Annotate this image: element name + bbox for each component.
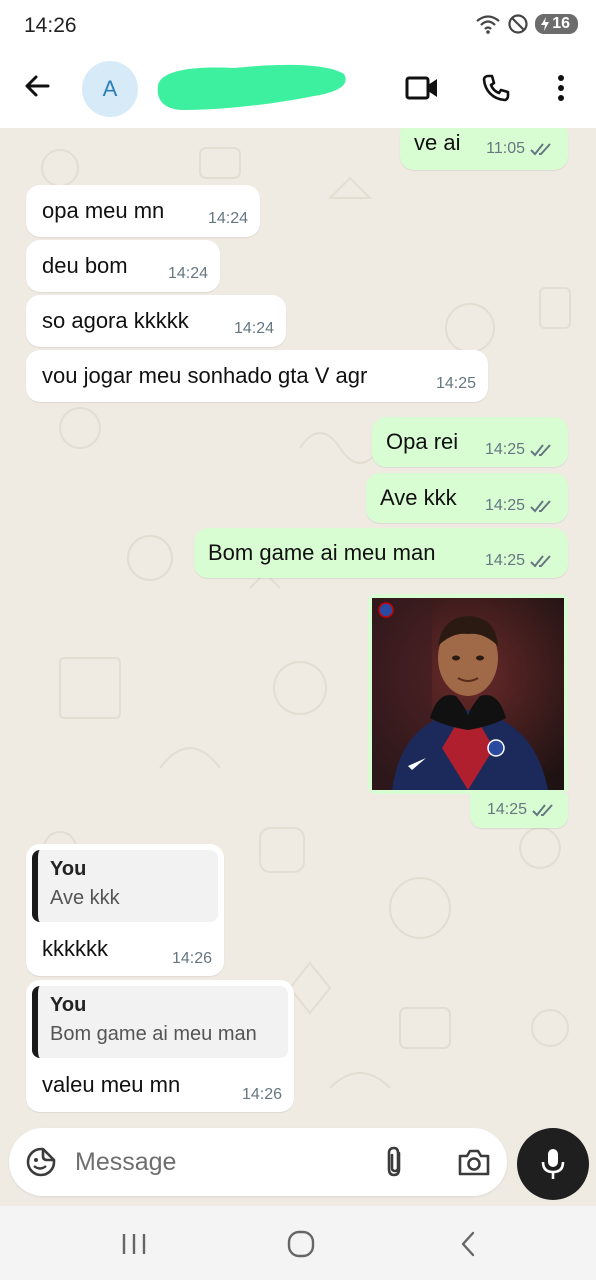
message-bubble[interactable]: Bom game ai meu man 14:25 <box>194 528 568 578</box>
message-time: 14:25 <box>435 375 476 392</box>
quoted-author: You <box>50 994 87 1016</box>
message-bubble[interactable]: Ave kkk 14:25 <box>366 473 568 523</box>
message-meta: 14:26 <box>172 950 212 968</box>
status-bar: 14:26 16 <box>0 0 596 52</box>
shared-photo[interactable] <box>372 598 564 790</box>
quoted-text: Bom game ai meu man <box>50 1023 257 1045</box>
quoted-text: Ave kkk <box>50 887 120 909</box>
message-bubble[interactable]: ve ai 11:05 <box>400 128 568 170</box>
message-meta: 14:26 <box>242 1086 282 1104</box>
system-nav-bar <box>0 1206 596 1280</box>
phone-icon[interactable] <box>476 68 516 108</box>
message-time: 14:25 <box>484 441 525 458</box>
read-ticks-icon <box>530 555 551 568</box>
mic-button[interactable] <box>517 1128 589 1200</box>
message-meta: 14:25 <box>487 801 558 819</box>
message-text: Bom game ai meu man <box>208 540 436 565</box>
back-icon[interactable] <box>448 1228 488 1260</box>
message-meta: 14:25 <box>485 552 556 570</box>
message-meta: 14:25 <box>436 375 476 393</box>
message-text: so agora kkkkk <box>42 308 189 333</box>
status-icons: 16 <box>475 13 578 35</box>
contact-name[interactable] <box>154 60 348 114</box>
status-time: 14:26 <box>24 14 77 37</box>
mic-icon <box>541 1149 565 1179</box>
quoted-message[interactable]: You Ave kkk <box>32 850 218 922</box>
message-meta: 14:25 <box>485 497 556 515</box>
message-text: ve ai <box>414 130 461 155</box>
camera-icon[interactable] <box>457 1147 491 1177</box>
message-bubble[interactable]: deu bom 14:24 <box>26 240 220 292</box>
chat-area[interactable]: ve ai 11:05 opa meu mn 14:24 deu bom 14:… <box>0 128 596 1130</box>
message-input[interactable]: Message <box>9 1128 507 1196</box>
video-call-icon[interactable] <box>402 68 442 108</box>
read-ticks-icon <box>530 500 551 513</box>
message-bubble[interactable]: You Ave kkk kkkkkk 14:26 <box>26 844 224 976</box>
back-arrow-icon[interactable] <box>22 70 54 102</box>
message-composer: Message <box>0 1128 596 1206</box>
message-meta: 14:24 <box>234 320 274 338</box>
message-time: 14:25 <box>484 552 525 569</box>
message-bubble[interactable]: Opa rei 14:25 <box>372 417 568 467</box>
read-ticks-icon <box>532 804 553 817</box>
message-time: 14:24 <box>207 210 248 227</box>
avatar[interactable]: A <box>82 61 138 117</box>
message-bubble[interactable]: opa meu mn 14:24 <box>26 185 260 237</box>
message-bubble[interactable]: vou jogar meu sonhado gta V agr 14:25 <box>26 350 488 402</box>
battery-charging-icon: 16 <box>535 14 578 34</box>
recent-apps-icon[interactable] <box>114 1228 154 1260</box>
quoted-author: You <box>50 858 87 880</box>
read-ticks-icon <box>530 444 551 457</box>
message-text: Ave kkk <box>380 485 457 510</box>
message-meta: 11:05 <box>486 140 556 158</box>
message-meta: 14:24 <box>208 210 248 228</box>
wifi-icon <box>476 15 500 34</box>
image-message[interactable] <box>368 594 568 794</box>
message-text: valeu meu mn <box>42 1072 181 1097</box>
message-bubble[interactable]: You Bom game ai meu man valeu meu mn 14:… <box>26 980 294 1112</box>
message-time: 14:25 <box>486 801 527 818</box>
message-meta: 14:25 <box>485 441 556 459</box>
message-time: 11:05 <box>486 140 525 157</box>
message-text: kkkkkk <box>42 936 108 961</box>
message-time: 14:26 <box>241 1086 282 1103</box>
more-vertical-icon[interactable] <box>541 68 581 108</box>
attach-paperclip-icon[interactable] <box>381 1145 409 1179</box>
message-bubble[interactable]: 14:25 <box>470 794 568 828</box>
home-icon[interactable] <box>281 1228 321 1260</box>
name-redaction <box>157 64 346 110</box>
quoted-message[interactable]: You Bom game ai meu man <box>32 986 288 1058</box>
chat-header: A <box>0 52 596 128</box>
message-text: deu bom <box>42 253 128 278</box>
message-time: 14:24 <box>167 265 208 282</box>
message-placeholder: Message <box>75 1148 177 1176</box>
message-time: 14:25 <box>484 497 525 514</box>
message-time: 14:24 <box>233 320 274 337</box>
battery-level: 16 <box>552 15 570 32</box>
message-text: Opa rei <box>386 429 459 454</box>
message-text: opa meu mn <box>42 198 165 223</box>
read-ticks-icon <box>530 143 551 156</box>
emoji-sticker-icon[interactable] <box>25 1146 57 1178</box>
message-meta: 14:24 <box>168 265 208 283</box>
message-time: 14:26 <box>171 950 212 967</box>
avatar-letter: A <box>102 76 118 101</box>
message-bubble[interactable]: so agora kkkkk 14:24 <box>26 295 286 347</box>
message-text: vou jogar meu sonhado gta V agr <box>42 363 368 388</box>
do-not-disturb-icon <box>508 14 528 34</box>
